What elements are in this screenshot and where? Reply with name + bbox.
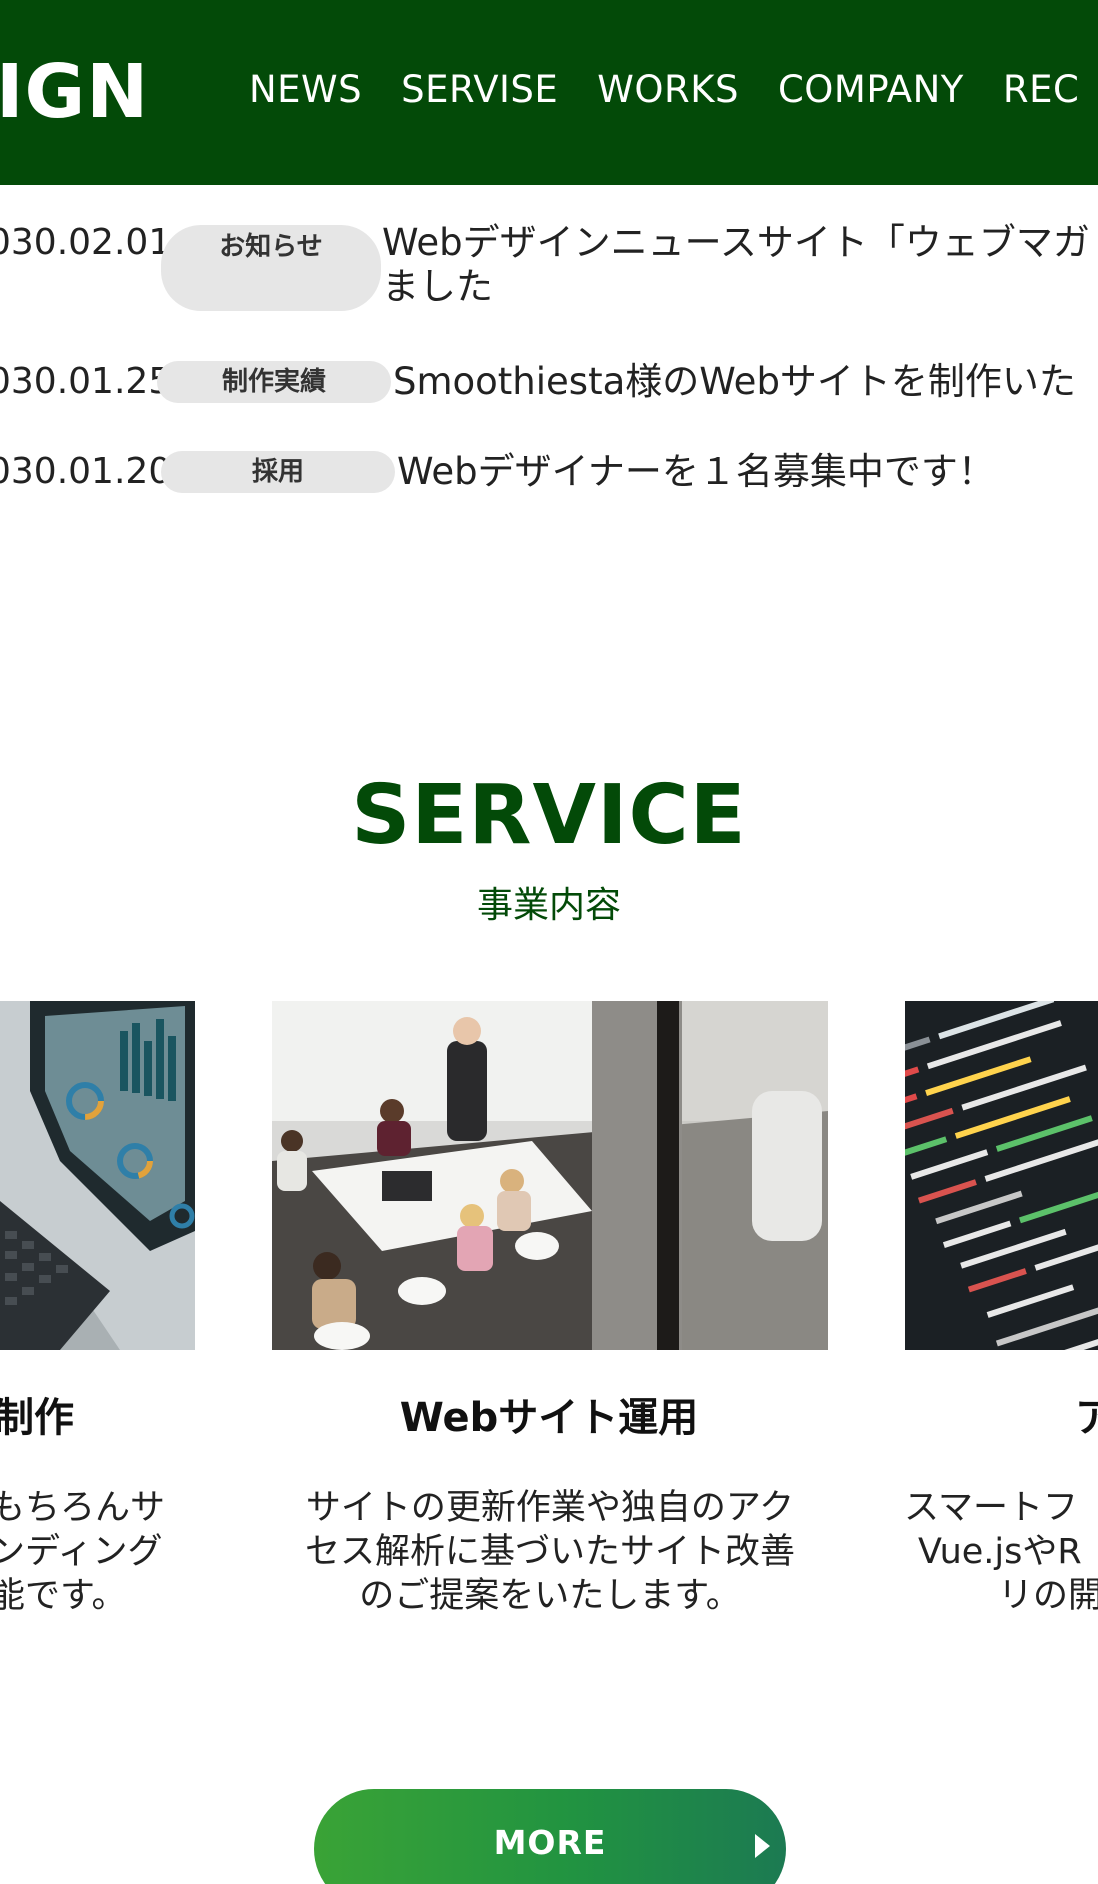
news-title[interactable]: Webデザインニュースサイト「ウェブマガ ました bbox=[382, 221, 1098, 309]
news-date: 030.01.20 bbox=[0, 451, 172, 492]
card-description-line: もちろんサ bbox=[0, 1488, 166, 1528]
nav-item-company[interactable]: COMPANY bbox=[778, 68, 964, 112]
card-image-laptop[interactable] bbox=[0, 1001, 195, 1350]
news-category-badge: お知らせ bbox=[161, 225, 381, 311]
card-description: スマートフ Vue.jsやR リの開 bbox=[904, 1486, 1098, 1618]
card-title: Webサイト運用 bbox=[399, 1395, 699, 1441]
more-button[interactable]: MORE bbox=[314, 1789, 786, 1884]
nav-item-recruit[interactable]: REC bbox=[1003, 68, 1079, 112]
nav-item-servise[interactable]: SERVISE bbox=[401, 68, 558, 112]
card-image-meeting[interactable] bbox=[272, 1001, 828, 1350]
card-description-line: リの開 bbox=[998, 1576, 1098, 1616]
news-category-badge: 採用 bbox=[161, 451, 395, 493]
news-date: 030.02.01 bbox=[0, 222, 172, 263]
site-logo[interactable]: IGN bbox=[0, 50, 149, 134]
news-category-badge: 制作実績 bbox=[157, 361, 391, 403]
news-title[interactable]: Smoothiesta様のWebサイトを制作いた bbox=[393, 360, 1076, 404]
card-description-line: Vue.jsやR bbox=[918, 1532, 1082, 1572]
code-photo bbox=[905, 1001, 1098, 1350]
global-nav: NEWS SERVISE WORKS COMPANY REC bbox=[249, 68, 1098, 112]
laptop-photo bbox=[0, 1001, 195, 1350]
card-description-line: セス解析に基づいたサイト改善 bbox=[304, 1532, 795, 1572]
arrow-right-icon bbox=[755, 1834, 770, 1858]
service-heading: SERVICE bbox=[351, 768, 747, 863]
more-button-label: MORE bbox=[493, 1823, 607, 1862]
service-subheading: 事業内容 bbox=[476, 885, 621, 926]
card-description-line: のご提案をいたします。 bbox=[359, 1576, 741, 1616]
meeting-photo bbox=[272, 1001, 828, 1350]
card-description: サイトの更新作業や独自のアク セス解析に基づいたサイト改善 のご提案をいたします… bbox=[276, 1486, 824, 1618]
news-title-line: Webデザインニュースサイト「ウェブマガ bbox=[382, 221, 1090, 264]
nav-item-works[interactable]: WORKS bbox=[597, 68, 739, 112]
nav-item-news[interactable]: NEWS bbox=[249, 68, 362, 112]
news-title-line: ました bbox=[382, 265, 493, 308]
card-description-line: ンディング bbox=[0, 1532, 163, 1572]
card-image-code[interactable] bbox=[905, 1001, 1098, 1350]
card-description-line: 能です。 bbox=[0, 1576, 127, 1616]
news-list: 030.02.01 お知らせ Webデザインニュースサイト「ウェブマガ ました … bbox=[0, 185, 1098, 515]
news-title[interactable]: Webデザイナーを１名募集中です！ bbox=[397, 450, 995, 494]
card-description-line: スマートフ bbox=[904, 1488, 1078, 1528]
card-title: ア bbox=[1075, 1395, 1098, 1441]
card-description-line: サイトの更新作業や独自のアク bbox=[305, 1488, 795, 1528]
news-date: 030.01.25 bbox=[0, 361, 172, 402]
card-description: もちろんサ ンディング 能です。 bbox=[0, 1486, 165, 1618]
page: IGN NEWS SERVISE WORKS COMPANY REC 030.0… bbox=[0, 0, 1098, 1884]
site-header: IGN NEWS SERVISE WORKS COMPANY REC bbox=[0, 0, 1098, 185]
